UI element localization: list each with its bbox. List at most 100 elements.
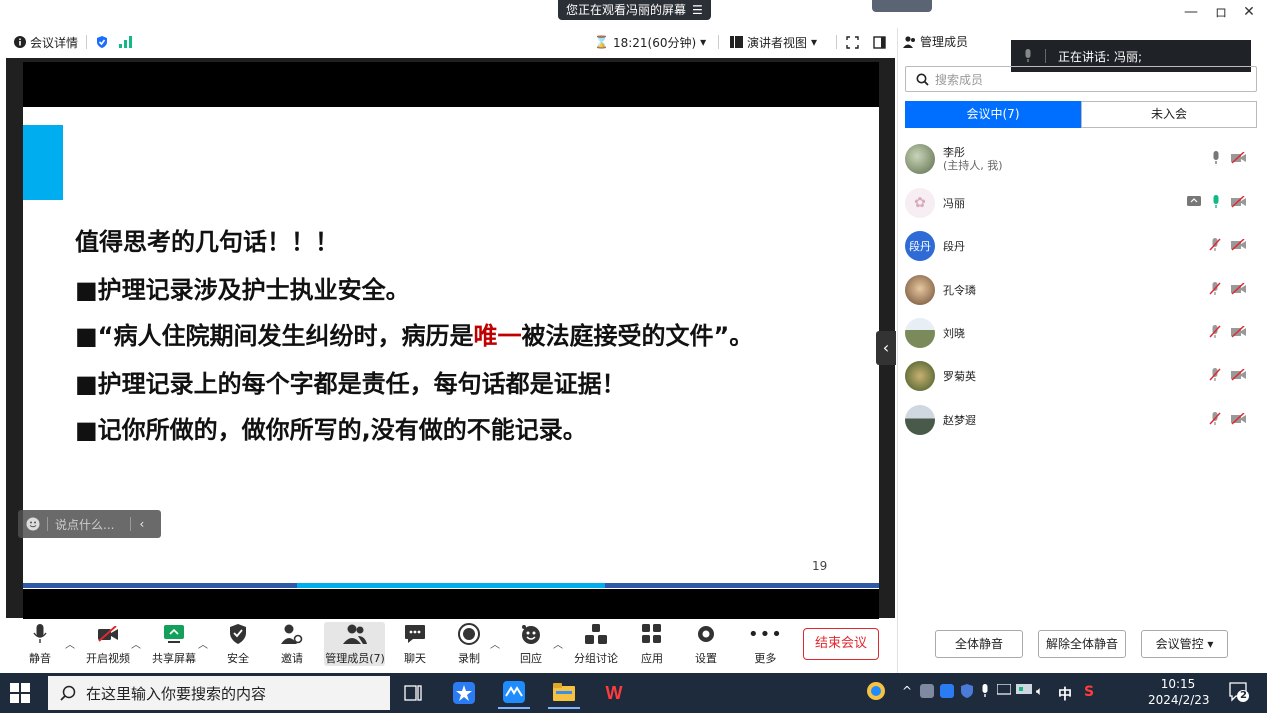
fullscreen-icon[interactable] bbox=[846, 35, 859, 49]
chat-input[interactable]: 说点什么... ‹ bbox=[18, 510, 161, 538]
divider bbox=[86, 35, 88, 49]
task-view-icon[interactable] bbox=[397, 677, 429, 709]
meeting-details-button[interactable]: 会议详情 bbox=[14, 34, 78, 51]
chevron-down-icon: ▾ bbox=[811, 35, 818, 49]
member-row[interactable]: 刘晓 bbox=[905, 313, 1257, 353]
tab-in-meeting[interactable]: 会议中(7) bbox=[905, 101, 1081, 128]
chevron-up-icon[interactable]: ^ bbox=[902, 684, 912, 698]
member-row[interactable]: 赵梦遐 bbox=[905, 400, 1257, 440]
taskbar-clock[interactable]: 10:15 2024/2/23 bbox=[1148, 676, 1210, 708]
collapse-panel-button[interactable]: ‹ bbox=[876, 331, 896, 365]
camera-off-icon[interactable] bbox=[1231, 326, 1247, 338]
unmute-all-button[interactable]: 解除全体静音 bbox=[1038, 630, 1126, 658]
member-status-icons bbox=[1209, 368, 1247, 382]
ime-indicator[interactable]: 中 bbox=[1058, 684, 1072, 704]
tray-microphone-icon[interactable] bbox=[980, 684, 990, 701]
microphone-icon bbox=[33, 624, 47, 643]
wps-office-icon[interactable]: W bbox=[598, 677, 630, 709]
manage-members-button[interactable]: 管理成员(7) bbox=[325, 622, 385, 666]
end-meeting-button[interactable]: 结束会议 bbox=[803, 628, 879, 660]
close-button[interactable]: ✕ bbox=[1238, 4, 1260, 22]
signal-icon[interactable] bbox=[119, 36, 133, 48]
more-dots-icon: ••• bbox=[748, 623, 783, 645]
slide-footer-bar bbox=[23, 583, 879, 588]
camera-off-icon[interactable] bbox=[1231, 413, 1247, 425]
apps-button[interactable]: 应用 bbox=[641, 622, 663, 666]
chevron-up-icon[interactable]: ︿ bbox=[131, 636, 141, 651]
start-video-label: 开启视频 bbox=[86, 652, 130, 665]
camera-off-icon[interactable] bbox=[1231, 369, 1247, 381]
restore-button[interactable]: ロ bbox=[1210, 4, 1232, 22]
microphone-active-icon[interactable] bbox=[1211, 195, 1221, 209]
sogou-input-icon[interactable]: S bbox=[1084, 684, 1094, 700]
camera-off-icon[interactable] bbox=[1231, 283, 1247, 295]
tray-network-icon[interactable] bbox=[1016, 684, 1032, 699]
chevron-up-icon[interactable]: ︿ bbox=[553, 636, 563, 651]
microphone-muted-icon[interactable] bbox=[1209, 282, 1221, 296]
volume-icon[interactable]: 🔈︎ bbox=[1036, 684, 1043, 699]
screen-share-icon[interactable] bbox=[1187, 196, 1201, 208]
app-star-icon[interactable] bbox=[448, 677, 480, 709]
share-screen-button[interactable]: 共享屏幕 bbox=[152, 622, 196, 666]
react-label: 回应 bbox=[520, 652, 542, 665]
emoji-icon[interactable] bbox=[26, 517, 40, 531]
tray-shield-icon[interactable] bbox=[960, 684, 974, 701]
view-mode-dropdown[interactable]: 演讲者视图 ▾ bbox=[730, 34, 817, 51]
camera-off-icon[interactable] bbox=[1231, 152, 1247, 164]
microphone-muted-icon[interactable] bbox=[1209, 368, 1221, 382]
member-row[interactable]: 孔令璘 bbox=[905, 270, 1257, 310]
member-name: 冯丽 bbox=[943, 196, 965, 210]
panel-header: 管理成员 bbox=[903, 33, 968, 50]
file-explorer-icon[interactable] bbox=[548, 677, 580, 709]
meeting-control-dropdown[interactable]: 会议管控 ▾ bbox=[1141, 630, 1228, 658]
member-row[interactable]: ✿ 冯丽 bbox=[905, 183, 1257, 223]
settings-button[interactable]: 设置 bbox=[695, 622, 717, 666]
viewing-share-indicator[interactable]: 您正在观看冯丽的屏幕 ☰ bbox=[558, 0, 711, 20]
member-row[interactable]: 李彤 (主持人, 我) bbox=[905, 139, 1257, 179]
windows-start-icon[interactable] bbox=[8, 681, 32, 705]
member-status-icons bbox=[1209, 238, 1247, 252]
chevron-up-icon[interactable]: ︿ bbox=[65, 636, 75, 651]
security-button[interactable]: 安全 bbox=[227, 622, 249, 666]
chevron-up-icon[interactable]: ︿ bbox=[490, 636, 500, 651]
sidebar-toggle-icon[interactable] bbox=[873, 35, 886, 49]
tray-display-icon[interactable] bbox=[996, 683, 1012, 699]
member-search-input[interactable]: 搜索成员 bbox=[905, 66, 1257, 92]
microphone-muted-icon[interactable] bbox=[1209, 238, 1221, 252]
manage-members-label: 管理成员(7) bbox=[325, 652, 385, 665]
shield-check-icon[interactable] bbox=[95, 35, 109, 49]
mute-button[interactable]: 静音 bbox=[29, 622, 51, 666]
chevron-left-icon[interactable]: ‹ bbox=[139, 517, 144, 531]
member-row[interactable]: 罗菊英 bbox=[905, 356, 1257, 396]
chat-placeholder: 说点什么... bbox=[55, 517, 115, 532]
mute-all-button[interactable]: 全体静音 bbox=[935, 630, 1023, 658]
tray-app-star-icon[interactable] bbox=[940, 684, 954, 701]
assistant-tray-icon[interactable] bbox=[866, 681, 886, 704]
layout-icon bbox=[730, 36, 743, 48]
microphone-icon[interactable] bbox=[1211, 151, 1221, 165]
breakout-rooms-button[interactable]: 分组讨论 bbox=[574, 622, 618, 666]
react-button[interactable]: 回应 bbox=[520, 622, 542, 666]
chevron-up-icon[interactable]: ︿ bbox=[198, 636, 208, 651]
speaking-label: 正在讲话: bbox=[1058, 49, 1111, 64]
member-row[interactable]: 段丹 段丹 bbox=[905, 226, 1257, 266]
timer-dropdown[interactable]: ⌛ 18:21(60分钟) ▾ bbox=[594, 34, 706, 51]
tray-app-icon[interactable] bbox=[920, 684, 934, 701]
more-button[interactable]: ••• 更多 bbox=[748, 622, 783, 666]
notification-icon[interactable]: 2 bbox=[1228, 681, 1250, 706]
tab-not-joined[interactable]: 未入会 bbox=[1081, 101, 1257, 128]
start-video-button[interactable]: 开启视频 bbox=[86, 622, 130, 666]
chat-button[interactable]: 聊天 bbox=[404, 622, 426, 666]
camera-off-icon[interactable] bbox=[1231, 196, 1247, 208]
minimize-button[interactable]: — bbox=[1180, 4, 1202, 22]
floating-thumbnail[interactable] bbox=[872, 0, 932, 12]
member-text: 赵梦遐 bbox=[943, 414, 976, 427]
camera-off-icon[interactable] bbox=[1231, 239, 1247, 251]
record-button[interactable]: 录制 bbox=[458, 622, 480, 666]
microphone-muted-icon[interactable] bbox=[1209, 412, 1221, 426]
microphone-muted-icon[interactable] bbox=[1209, 325, 1221, 339]
tencent-meeting-icon[interactable] bbox=[498, 677, 530, 709]
taskbar-search-input[interactable]: 在这里输入你要搜索的内容 bbox=[48, 676, 390, 710]
invite-button[interactable]: 邀请 bbox=[281, 622, 303, 666]
avatar bbox=[905, 405, 935, 435]
